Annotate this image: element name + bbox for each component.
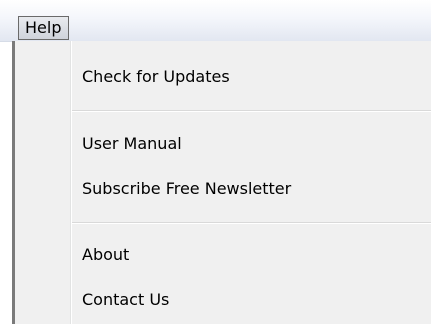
- menu-separator: [72, 222, 431, 224]
- menu-item-contact-us[interactable]: Contact Us: [82, 281, 422, 319]
- menu-item-check-for-updates[interactable]: Check for Updates: [82, 58, 422, 96]
- help-dropdown-menu: Check for Updates User Manual Subscribe …: [12, 41, 431, 324]
- menu-item-about[interactable]: About: [82, 236, 422, 274]
- menu-item-user-manual[interactable]: User Manual: [82, 125, 422, 163]
- menu-gutter-highlight: [71, 41, 72, 324]
- help-menu[interactable]: Help: [18, 16, 70, 40]
- menu-separator: [72, 110, 431, 112]
- menu-bar: Help: [0, 0, 431, 42]
- menu-item-subscribe-free-newsletter[interactable]: Subscribe Free Newsletter: [82, 170, 422, 208]
